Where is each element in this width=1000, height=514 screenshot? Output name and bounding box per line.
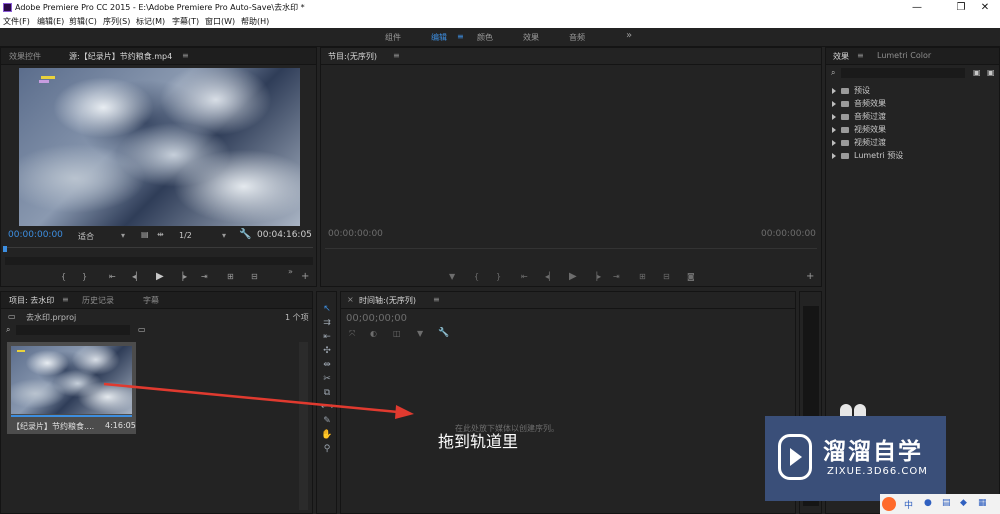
watermark-badge: 溜溜自学 ZIXUE.3D66.COM	[765, 416, 946, 501]
watermark-brand: 溜溜自学	[823, 439, 923, 465]
arrow-head	[395, 405, 414, 419]
grid-icon[interactable]: ▦	[978, 498, 987, 508]
system-tray: 中 ● ▤ ◆ ▦	[880, 494, 1000, 514]
skin-icon[interactable]: ◆	[960, 498, 967, 508]
play-triangle	[790, 448, 802, 466]
play-logo-icon	[778, 434, 812, 480]
microphone-icon[interactable]: ●	[924, 498, 932, 508]
arrow-line	[103, 382, 399, 414]
annotation-text: 拖到轨道里	[438, 432, 519, 451]
watermark-url: ZIXUE.3D66.COM	[827, 466, 928, 477]
keyboard-icon[interactable]: ▤	[942, 498, 951, 508]
ime-mode-icon[interactable]: 中	[904, 498, 913, 511]
ime-logo-icon[interactable]	[882, 497, 896, 511]
